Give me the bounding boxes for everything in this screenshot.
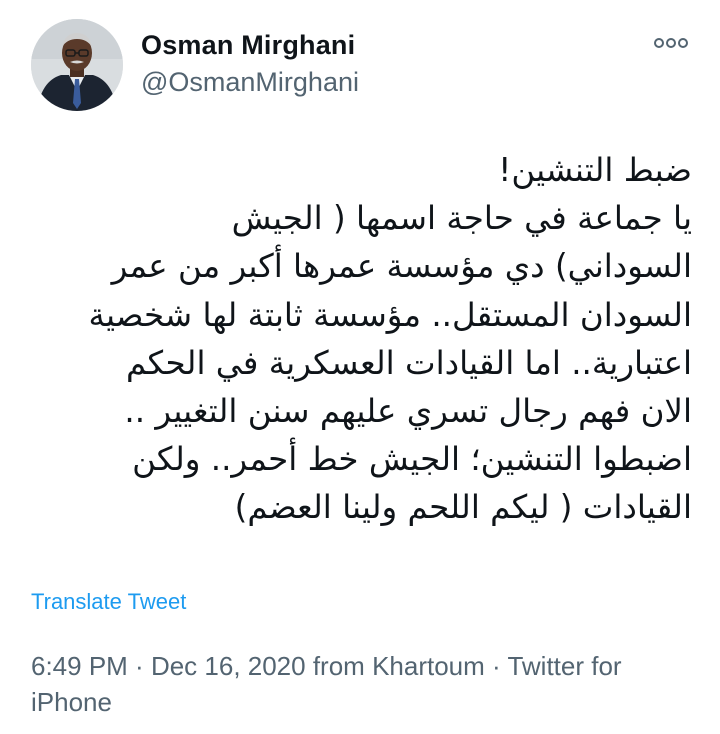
tweet-timestamp[interactable]: 6:49 PM · Dec 16, 2020 <box>31 651 306 681</box>
author-display-name[interactable]: Osman Mirghani <box>141 30 355 61</box>
tweet-location[interactable]: Khartoum <box>372 651 485 681</box>
tweet-metadata: 6:49 PM · Dec 16, 2020 from Khartoum · T… <box>31 648 691 720</box>
more-options-icon[interactable] <box>651 26 691 60</box>
tweet-text-line: اضبطوا التنشين؛ الجيش خط أحمر.. ولكن <box>132 440 692 479</box>
tweet-text: ضبط التنشين! يا جماعة في حاجة اسمها ( ال… <box>24 146 692 532</box>
tweet-card: Osman Mirghani @OsmanMirghani ضبط التنشي… <box>0 0 720 734</box>
author-handle[interactable]: @OsmanMirghani <box>141 67 359 98</box>
tweet-date: Dec 16, 2020 <box>150 651 306 681</box>
translate-tweet-link[interactable]: Translate Tweet <box>31 589 186 615</box>
tweet-text-line: القيادات ( ليكم اللحم ولينا العضم) <box>234 488 692 527</box>
meta-separator: · <box>484 651 508 681</box>
tweet-text-line: السودان المستقل.. مؤسسة ثابتة لها شخصية <box>88 295 692 334</box>
meta-separator: · <box>127 651 151 681</box>
profile-photo-icon <box>31 19 123 111</box>
tweet-text-line: الان فهم رجال تسري عليهم سنن التغيير .. <box>124 392 692 431</box>
tweet-text-line: ضبط التنشين! <box>498 151 692 189</box>
tweet-time: 6:49 PM <box>31 651 128 681</box>
avatar[interactable] <box>31 19 123 111</box>
tweet-text-line: السوداني) دي مؤسسة عمرها أكبر من عمر <box>111 247 692 286</box>
from-prefix: from <box>305 651 373 681</box>
tweet-text-line: يا جماعة في حاجة اسمها ( الجيش <box>231 199 692 238</box>
tweet-text-line: اعتبارية.. اما القيادات العسكرية في الحك… <box>125 343 692 382</box>
